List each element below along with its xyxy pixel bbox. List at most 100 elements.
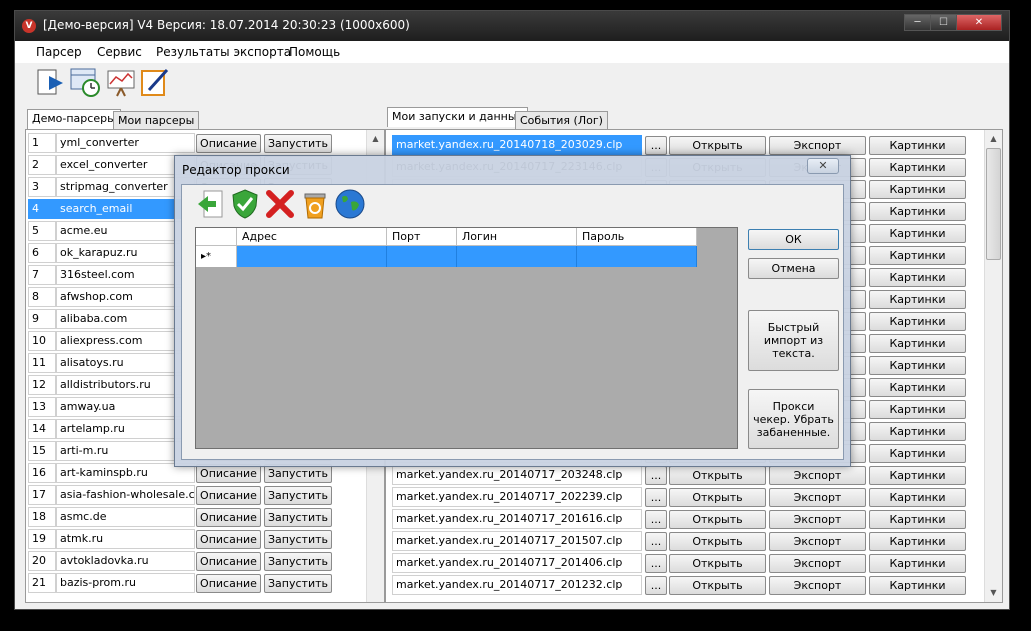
open-button[interactable]: Открыть <box>669 554 766 573</box>
export-button[interactable]: Экспорт <box>769 510 866 529</box>
export-button[interactable]: Экспорт <box>769 576 866 595</box>
run-file-name[interactable]: market.yandex.ru_20140717_203248.clp <box>392 465 642 485</box>
tab-demo-parsers[interactable]: Демо-парсеры <box>27 109 121 129</box>
new-row-port-cell[interactable] <box>387 246 457 267</box>
pictures-button[interactable]: Картинки <box>869 356 966 375</box>
new-row-login-cell[interactable] <box>457 246 577 267</box>
open-button[interactable]: Открыть <box>669 136 766 155</box>
parser-name[interactable]: avtokladovka.ru <box>56 551 195 571</box>
menu-parser[interactable]: Парсер <box>36 45 82 59</box>
export-button[interactable]: Экспорт <box>769 532 866 551</box>
run-file-name[interactable]: market.yandex.ru_20140717_201232.clp <box>392 575 642 595</box>
pictures-button[interactable]: Картинки <box>869 400 966 419</box>
delete-x-icon[interactable] <box>264 188 296 220</box>
run-button[interactable]: Запустить <box>264 552 332 571</box>
column-header-port[interactable]: Порт <box>387 228 457 246</box>
list-item[interactable]: 17asia-fashion-wholesale.comОписаниеЗапу… <box>28 484 365 506</box>
menu-service[interactable]: Сервис <box>97 45 142 59</box>
scroll-up-icon[interactable]: ▲ <box>367 130 384 147</box>
open-button[interactable]: Открыть <box>669 576 766 595</box>
export-button[interactable]: Экспорт <box>769 488 866 507</box>
pictures-button[interactable]: Картинки <box>869 554 966 573</box>
run-file-name[interactable]: market.yandex.ru_20140717_201507.clp <box>392 531 642 551</box>
run-file-name[interactable]: market.yandex.ru_20140717_201616.clp <box>392 509 642 529</box>
pictures-button[interactable]: Картинки <box>869 268 966 287</box>
recycle-bin-icon[interactable] <box>299 188 331 220</box>
pictures-button[interactable]: Картинки <box>869 180 966 199</box>
parser-name[interactable]: bazis-prom.ru <box>56 573 195 593</box>
run-button[interactable]: Запустить <box>264 574 332 593</box>
describe-button[interactable]: Описание <box>196 574 261 593</box>
pictures-button[interactable]: Картинки <box>869 378 966 397</box>
export-button[interactable]: Экспорт <box>769 554 866 573</box>
app-logo-icon[interactable]: V <box>22 19 36 33</box>
new-row-marker[interactable]: ▸* <box>196 246 237 267</box>
run-file-name[interactable]: market.yandex.ru_20140717_201406.clp <box>392 553 642 573</box>
scroll-up-icon[interactable]: ▲ <box>985 130 1002 147</box>
tab-events-log[interactable]: События (Лог) <box>515 111 608 129</box>
browse-button[interactable]: ... <box>645 136 667 155</box>
pictures-button[interactable]: Картинки <box>869 334 966 353</box>
tab-my-parsers[interactable]: Мои парсеры <box>113 111 200 129</box>
pictures-button[interactable]: Картинки <box>869 444 966 463</box>
list-item[interactable]: 20 avtokladovka.ru Описание Запустить <box>28 550 365 572</box>
pictures-button[interactable]: Картинки <box>869 576 966 595</box>
pictures-button[interactable]: Картинки <box>869 158 966 177</box>
cancel-button[interactable]: Отмена <box>748 258 839 279</box>
open-button[interactable]: Открыть <box>669 466 766 485</box>
import-arrow-icon[interactable] <box>194 188 226 220</box>
parser-name[interactable]: asmc.de <box>56 507 195 527</box>
schedule-icon[interactable] <box>69 66 101 98</box>
describe-button[interactable]: Описание <box>196 530 261 549</box>
close-icon[interactable]: ✕ <box>956 14 1002 31</box>
export-button[interactable]: Экспорт <box>769 466 866 485</box>
pictures-button[interactable]: Картинки <box>869 422 966 441</box>
pictures-button[interactable]: Картинки <box>869 202 966 221</box>
browse-button[interactable]: ... <box>645 532 667 551</box>
column-header-address[interactable]: Адрес <box>237 228 387 246</box>
menu-export-results[interactable]: Результаты экспорта <box>156 45 291 59</box>
title-bar[interactable]: V [Демо-версия] V4 Версия: 18.07.2014 20… <box>15 11 1009 41</box>
new-row-address-cell[interactable] <box>237 246 387 267</box>
globe-icon[interactable] <box>334 188 366 220</box>
list-item[interactable]: 19 atmk.ru Описание Запустить <box>28 528 365 550</box>
pictures-button[interactable]: Картинки <box>869 510 966 529</box>
describe-button[interactable]: Описание <box>196 508 261 527</box>
run-file-name[interactable]: market.yandex.ru_20140718_203029.clp <box>392 135 642 155</box>
browse-button[interactable]: ... <box>645 510 667 529</box>
browse-button[interactable]: ... <box>645 576 667 595</box>
pictures-button[interactable]: Картинки <box>869 246 966 265</box>
browse-button[interactable]: ... <box>645 488 667 507</box>
run-button[interactable]: Запустить <box>264 508 332 527</box>
maximize-icon[interactable]: ☐ <box>930 14 957 31</box>
runs-scrollbar[interactable]: ▲ ▼ <box>984 130 1002 602</box>
list-item[interactable]: 1 yml_converter Описание Запустить <box>28 132 365 154</box>
describe-button[interactable]: Описание <box>196 134 261 153</box>
parser-name[interactable]: yml_converter <box>56 133 195 153</box>
new-row-password-cell[interactable] <box>577 246 697 267</box>
proxy-checker-button[interactable]: Прокси чекер. Убрать забаненные. <box>748 389 839 449</box>
parser-name[interactable]: asia-fashion-wholesale.com <box>56 485 195 505</box>
describe-button[interactable]: Описание <box>196 552 261 571</box>
pictures-button[interactable]: Картинки <box>869 312 966 331</box>
open-button[interactable]: Открыть <box>669 532 766 551</box>
pictures-button[interactable]: Картинки <box>869 290 966 309</box>
list-item[interactable]: 21 bazis-prom.ru Описание Запустить <box>28 572 365 594</box>
run-button[interactable]: Запустить <box>264 486 332 505</box>
browse-button[interactable]: ... <box>645 554 667 573</box>
pictures-button[interactable]: Картинки <box>869 488 966 507</box>
edit-icon[interactable] <box>139 66 171 98</box>
pictures-button[interactable]: Картинки <box>869 466 966 485</box>
browse-button[interactable]: ... <box>645 466 667 485</box>
run-file-name[interactable]: market.yandex.ru_20140717_202239.clp <box>392 487 642 507</box>
run-parser-icon[interactable] <box>35 66 67 98</box>
pictures-button[interactable]: Картинки <box>869 136 966 155</box>
column-header-password[interactable]: Пароль <box>577 228 697 246</box>
scroll-thumb[interactable] <box>986 148 1001 260</box>
list-item[interactable]: 18 asmc.de Описание Запустить <box>28 506 365 528</box>
run-button[interactable]: Запустить <box>264 530 332 549</box>
menu-help[interactable]: Помощь <box>289 45 340 59</box>
tab-my-runs[interactable]: Мои запуски и данные <box>387 107 529 127</box>
scroll-down-icon[interactable]: ▼ <box>985 584 1002 601</box>
check-shield-icon[interactable] <box>229 188 261 220</box>
